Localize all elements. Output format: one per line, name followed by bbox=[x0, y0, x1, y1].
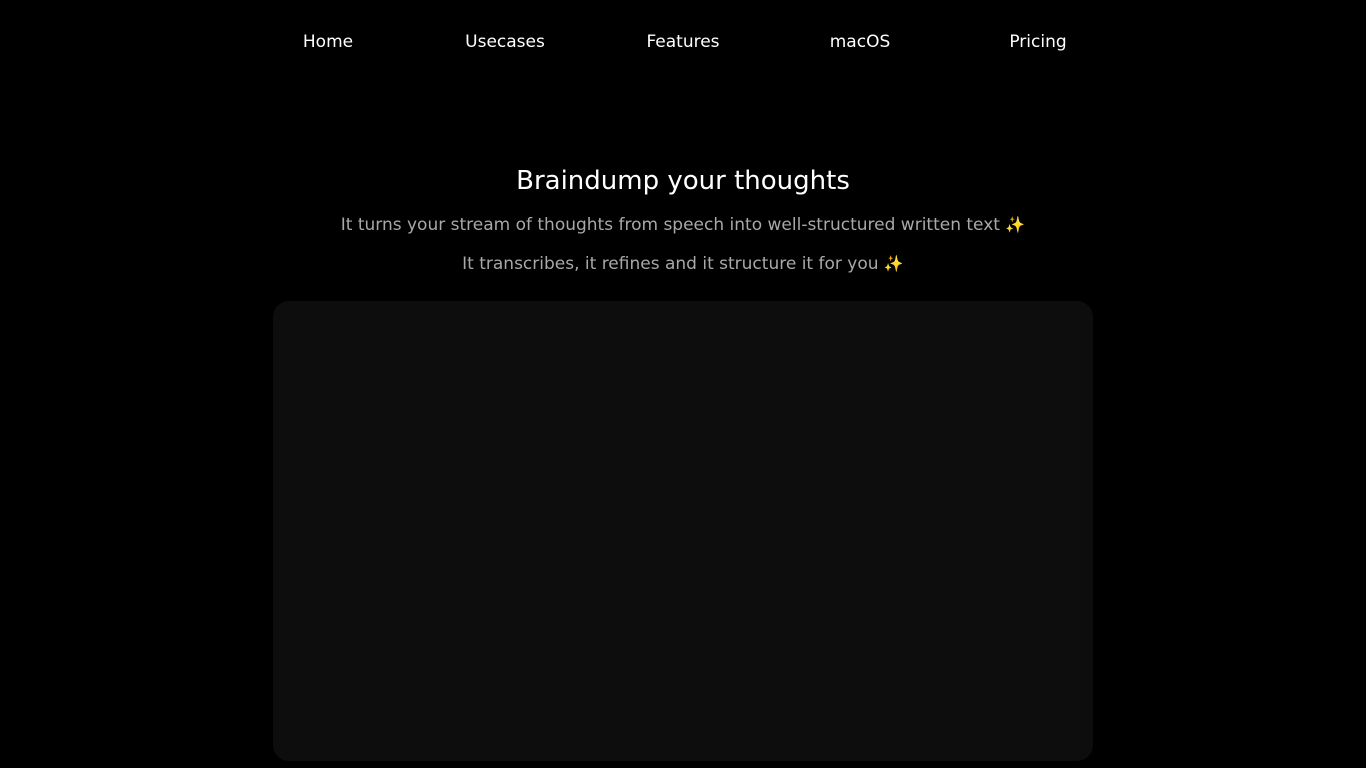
hero-subtitle-1-text: It turns your stream of thoughts from sp… bbox=[340, 215, 1000, 235]
hero-subtitle-2-text: It transcribes, it refines and it struct… bbox=[462, 254, 879, 274]
nav-link-usecases[interactable]: Usecases bbox=[465, 30, 545, 54]
hero-subtitle-2: It transcribes, it refines and it struct… bbox=[0, 252, 1366, 276]
demo-panel bbox=[273, 301, 1093, 761]
nav-link-pricing[interactable]: Pricing bbox=[1009, 30, 1066, 54]
sparkles-icon: ✨ bbox=[883, 254, 904, 273]
hero-title: Braindump your thoughts bbox=[516, 166, 850, 196]
nav-link-features[interactable]: Features bbox=[646, 30, 719, 54]
nav-link-macos[interactable]: macOS bbox=[830, 30, 891, 54]
nav-link-home[interactable]: Home bbox=[303, 30, 353, 54]
top-nav: Home Usecases Features macOS Pricing bbox=[0, 0, 1366, 84]
sparkles-icon: ✨ bbox=[1005, 215, 1026, 234]
page: Home Usecases Features macOS Pricing Bra… bbox=[0, 0, 1366, 768]
hero-subtitle-1: It turns your stream of thoughts from sp… bbox=[0, 213, 1366, 237]
